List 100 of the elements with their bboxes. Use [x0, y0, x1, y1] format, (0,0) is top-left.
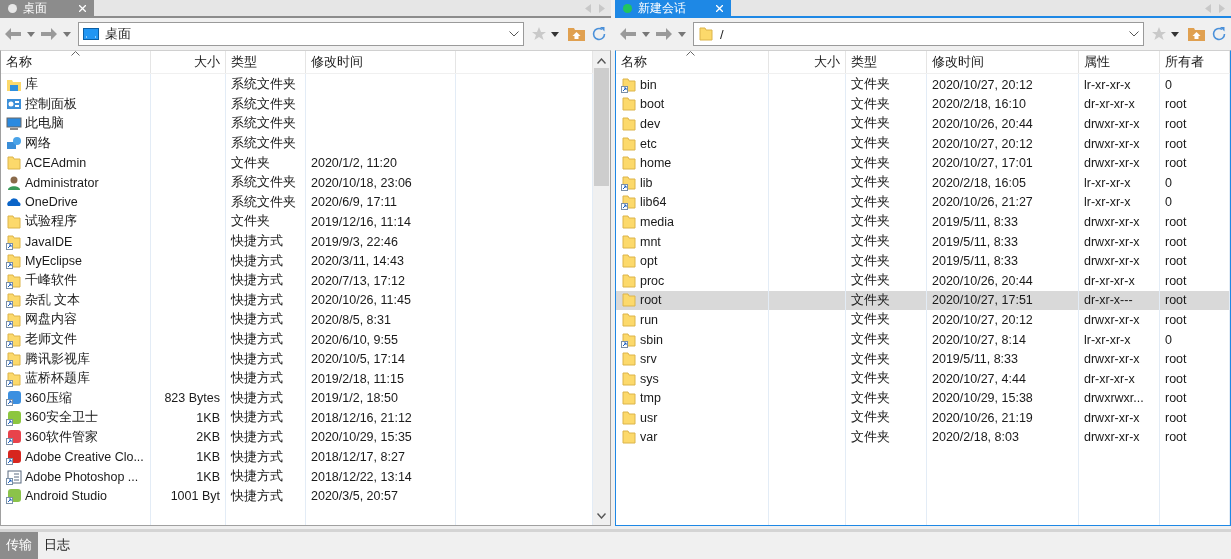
file-row[interactable]: 蓝桥杯题库 快捷方式 2019/2/18, 11:15	[1, 368, 593, 389]
refresh-icon[interactable]	[1211, 26, 1227, 42]
file-row[interactable]: Adobe Photoshop ... 1KB 快捷方式 2018/12/22, 13:14	[1, 466, 593, 487]
file-row[interactable]: var 文件夹 2020/2/18, 8:03 drwxr-xr-x root	[616, 427, 1230, 448]
file-detail: lr-xr-xr-x	[1084, 195, 1131, 210]
home-folder-icon[interactable]	[568, 27, 585, 41]
file-row[interactable]: srv 文件夹 2019/5/11, 8:33 drwxr-xr-x root	[616, 349, 1230, 369]
file-row[interactable]: usr 文件夹 2020/10/26, 21:19 drwxr-xr-x root	[616, 408, 1230, 428]
file-row[interactable]: boot 文件夹 2020/2/18, 16:10 dr-xr-xr-x root	[616, 94, 1230, 115]
file-row[interactable]: Android Studio 1001 Byt 快捷方式 2020/3/5, 20:57	[1, 486, 593, 507]
file-row[interactable]: 360压缩 823 Bytes 快捷方式 2019/1/2, 18:50	[1, 388, 593, 409]
file-name: 网盘内容	[25, 311, 77, 329]
file-row[interactable]: ACEAdmin 文件夹 2020/1/2, 11:20	[1, 153, 593, 173]
file-row[interactable]: tmp 文件夹 2020/10/29, 15:38 drwxrwxr... root	[616, 388, 1230, 409]
column-header[interactable]: 大小	[769, 51, 846, 73]
file-detail: 2020/10/29, 15:35	[311, 430, 412, 445]
home-folder-icon[interactable]	[1188, 27, 1205, 41]
star-icon[interactable]	[532, 27, 546, 41]
scrollbar[interactable]	[593, 51, 610, 525]
file-detail: 文件夹	[851, 291, 890, 309]
column-header[interactable]: 类型	[846, 51, 927, 73]
back-arrow-icon[interactable]	[4, 27, 22, 41]
file-detail: 快捷方式	[231, 487, 283, 505]
column-header[interactable]: 修改时间	[927, 51, 1079, 73]
file-row[interactable]: 此电脑 系统文件夹	[1, 114, 593, 134]
file-detail: lr-xr-xr-x	[1084, 77, 1131, 92]
file-row[interactable]: Adobe Creative Clo... 1KB 快捷方式 2018/12/17, 8:27	[1, 447, 593, 467]
column-header[interactable]: 属性	[1079, 51, 1160, 73]
file-row[interactable]: etc 文件夹 2020/10/27, 20:12 drwxr-xr-x root	[616, 133, 1230, 154]
chevron-down-icon[interactable]	[1129, 31, 1139, 37]
file-name: usr	[640, 410, 658, 425]
dropdown-caret-icon[interactable]	[1171, 31, 1179, 37]
file-detail: root	[1165, 352, 1187, 367]
back-arrow-icon[interactable]	[619, 27, 637, 41]
file-row[interactable]: 老师文件 快捷方式 2020/6/10, 9:55	[1, 329, 593, 350]
file-row[interactable]: 腾讯影视库 快捷方式 2020/10/5, 17:14	[1, 349, 593, 369]
column-header[interactable]: 所有者	[1160, 51, 1230, 73]
close-icon[interactable]	[716, 4, 723, 12]
refresh-icon[interactable]	[591, 26, 607, 42]
file-row[interactable]: OneDrive 系统文件夹 2020/6/9, 17:11	[1, 192, 593, 213]
file-detail: dr-xr-x---	[1084, 293, 1133, 308]
file-row[interactable]: opt 文件夹 2019/5/11, 8:33 drwxr-xr-x root	[616, 251, 1230, 271]
chevron-down-icon[interactable]	[509, 31, 519, 37]
forward-arrow-icon[interactable]	[40, 27, 58, 41]
file-row[interactable]: 网络 系统文件夹	[1, 133, 593, 154]
file-detail: 2019/1/2, 18:50	[311, 391, 398, 406]
file-name: run	[640, 312, 659, 327]
file-row[interactable]: lib64 文件夹 2020/10/26, 21:27 lr-xr-xr-x 0	[616, 192, 1230, 213]
file-row[interactable]: home 文件夹 2020/10/27, 17:01 drwxr-xr-x root	[616, 153, 1230, 173]
column-header[interactable]: 名称	[616, 51, 769, 73]
file-row[interactable]: MyEclipse 快捷方式 2020/3/11, 14:43	[1, 251, 593, 271]
file-detail: 快捷方式	[231, 252, 283, 270]
file-detail: 快捷方式	[231, 350, 283, 368]
file-detail: root	[1165, 312, 1187, 327]
dropdown-caret-icon[interactable]	[551, 31, 559, 37]
file-row[interactable]: run 文件夹 2020/10/27, 20:12 drwxr-xr-x root	[616, 310, 1230, 330]
column-header[interactable]: 名称	[1, 51, 151, 73]
file-row[interactable]: media 文件夹 2019/5/11, 8:33 drwxr-xr-x root	[616, 212, 1230, 232]
file-row[interactable]: 库 系统文件夹	[1, 75, 593, 95]
file-row[interactable]: 360安全卫士 1KB 快捷方式 2018/12/16, 21:12	[1, 408, 593, 428]
file-detail: 2020/10/26, 20:44	[932, 117, 1033, 131]
file-detail: root	[1165, 254, 1187, 269]
address-field[interactable]: /	[693, 22, 1144, 46]
file-detail: drwxr-xr-x	[1084, 117, 1140, 131]
file-row[interactable]: bin 文件夹 2020/10/27, 20:12 lr-xr-xr-x 0	[616, 75, 1230, 95]
scrollbar-thumb[interactable]	[594, 68, 609, 186]
file-row[interactable]: mnt 文件夹 2019/5/11, 8:33 drwxr-xr-x root	[616, 231, 1230, 252]
file-row[interactable]: sbin 文件夹 2020/10/27, 8:14 lr-xr-xr-x 0	[616, 329, 1230, 350]
file-detail: 文件夹	[851, 154, 890, 172]
column-header[interactable]: 大小	[151, 51, 226, 73]
file-row[interactable]: 网盘内容 快捷方式 2020/8/5, 8:31	[1, 310, 593, 330]
file-detail: 2019/9/3, 22:46	[311, 234, 398, 249]
file-row[interactable]: 千峰软件 快捷方式 2020/7/13, 17:12	[1, 270, 593, 291]
forward-arrow-icon[interactable]	[655, 27, 673, 41]
star-icon[interactable]	[1152, 27, 1166, 41]
file-row[interactable]: 控制面板 系统文件夹	[1, 94, 593, 115]
scroll-up-icon[interactable]	[597, 58, 606, 64]
folder-icon	[6, 155, 22, 172]
file-detail: 快捷方式	[231, 272, 283, 290]
file-detail: 2018/12/22, 13:14	[311, 469, 412, 484]
file-row[interactable]: Administrator 系统文件夹 2020/10/18, 23:06	[1, 172, 593, 193]
file-row[interactable]: lib 文件夹 2020/2/18, 16:05 lr-xr-xr-x 0	[616, 172, 1230, 193]
column-header[interactable]: 类型	[226, 51, 306, 73]
file-row[interactable]: sys 文件夹 2020/10/27, 4:44 dr-xr-xr-x root	[616, 368, 1230, 389]
close-icon[interactable]	[79, 4, 86, 12]
file-detail: 2019/12/16, 11:14	[311, 214, 411, 229]
file-row[interactable]: 360软件管家 2KB 快捷方式 2020/10/29, 15:35	[1, 427, 593, 448]
panel-tab[interactable]: 日志	[38, 532, 76, 559]
file-detail: 快捷方式	[231, 291, 283, 309]
file-row[interactable]: proc 文件夹 2020/10/26, 20:44 dr-xr-xr-x root	[616, 270, 1230, 291]
column-header[interactable]: 修改时间	[306, 51, 456, 73]
file-row[interactable]: dev 文件夹 2020/10/26, 20:44 drwxr-xr-x root	[616, 114, 1230, 134]
file-detail: 0	[1165, 332, 1172, 347]
file-row[interactable]: root 文件夹 2020/10/27, 17:51 dr-xr-x--- root	[616, 290, 1230, 311]
file-row[interactable]: 杂乱 文本 快捷方式 2020/10/26, 11:45	[1, 290, 593, 311]
file-row[interactable]: JavaIDE 快捷方式 2019/9/3, 22:46	[1, 231, 593, 252]
scroll-down-icon[interactable]	[597, 513, 606, 519]
address-field[interactable]: 桌面	[78, 22, 524, 46]
file-row[interactable]: 试验程序 文件夹 2019/12/16, 11:14	[1, 212, 593, 232]
session-tab[interactable]: 新建会话	[615, 0, 731, 16]
